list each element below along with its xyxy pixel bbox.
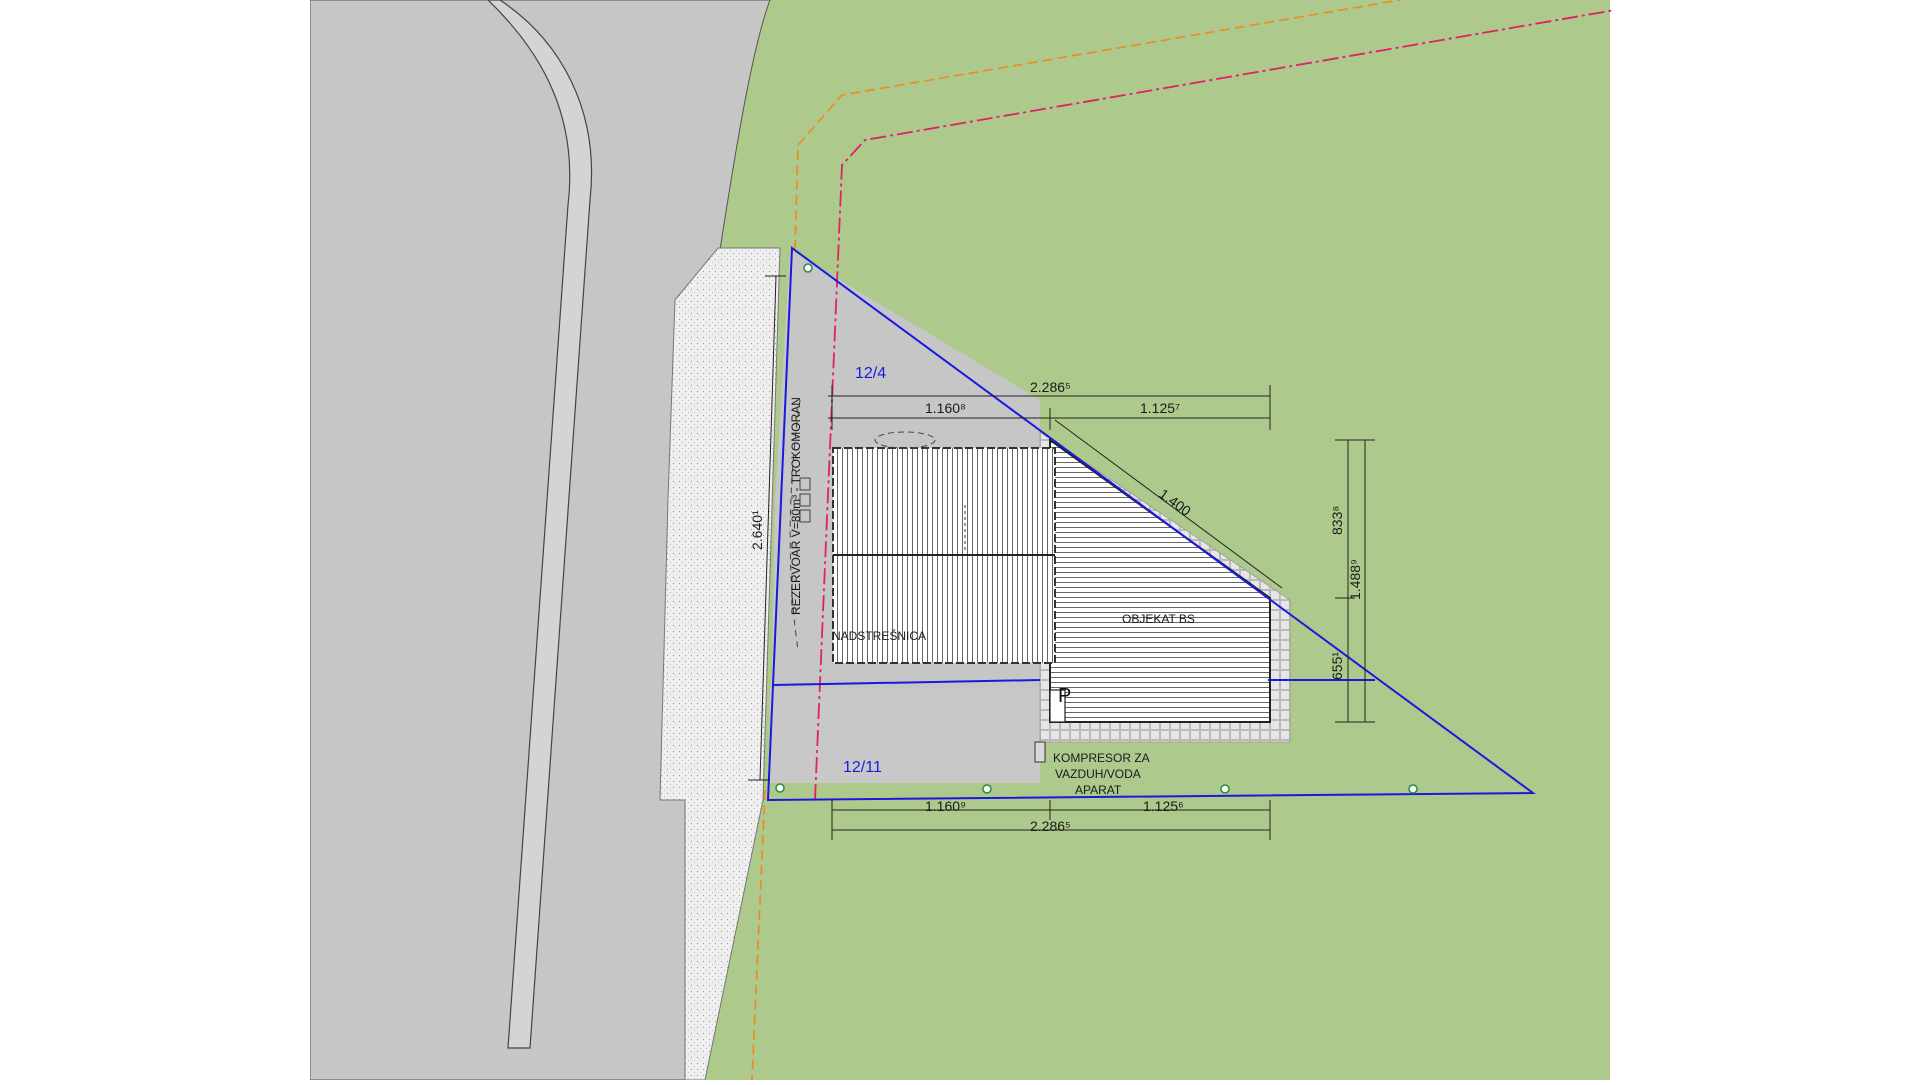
compressor-label-2: VAZDUH/VODA [1055,767,1141,781]
dim-left-vertical: 2.640¹ [749,510,765,550]
building-label: OBJEKAT BS [1122,612,1195,626]
survey-point [1220,784,1230,794]
compressor-label-1: KOMPRESOR ZA [1053,751,1150,765]
margin-right [1617,0,1920,1080]
dim-bottom-left: 1.160⁹ [925,798,966,814]
compressor-label-3: APARAT [1075,783,1122,797]
parcel-label-south: 12/11 [843,759,882,776]
dim-top-left: 1.160⁸ [925,400,966,416]
dim-right-upper: 833⁸ [1329,506,1345,535]
dim-bottom-total: 2.286⁵ [1030,818,1071,834]
dim-bottom-right: 1.125⁶ [1143,798,1184,814]
dim-top-right: 1.125⁷ [1140,400,1180,416]
dim-top-total: 2.286⁵ [1030,379,1071,395]
canopy-label: NADSTREŠNICA [832,628,926,643]
survey-point [982,784,992,794]
parcel-label-north: 12/4 [855,365,886,382]
tank-label: REZERVOAR V=80m³ - TROKOMORAN [789,397,803,615]
parking-label: P [1058,685,1071,707]
survey-point [1408,784,1418,794]
dim-right-lower: 655¹ [1329,652,1345,680]
survey-point [775,783,785,793]
compressor-unit [1034,741,1046,763]
site-plan-drawing: 2.286⁵ 1.125⁷ 1.160⁸ 1.400 833⁸ 1.488⁹ 6… [0,0,1920,1081]
site-plan: 2.286⁵ 1.125⁷ 1.160⁸ 1.400 833⁸ 1.488⁹ 6… [0,0,1920,1081]
forecourt-lower [770,688,1040,783]
margin-left [0,0,310,1080]
dim-right-total: 1.488⁹ [1347,559,1363,600]
survey-point [803,263,813,273]
